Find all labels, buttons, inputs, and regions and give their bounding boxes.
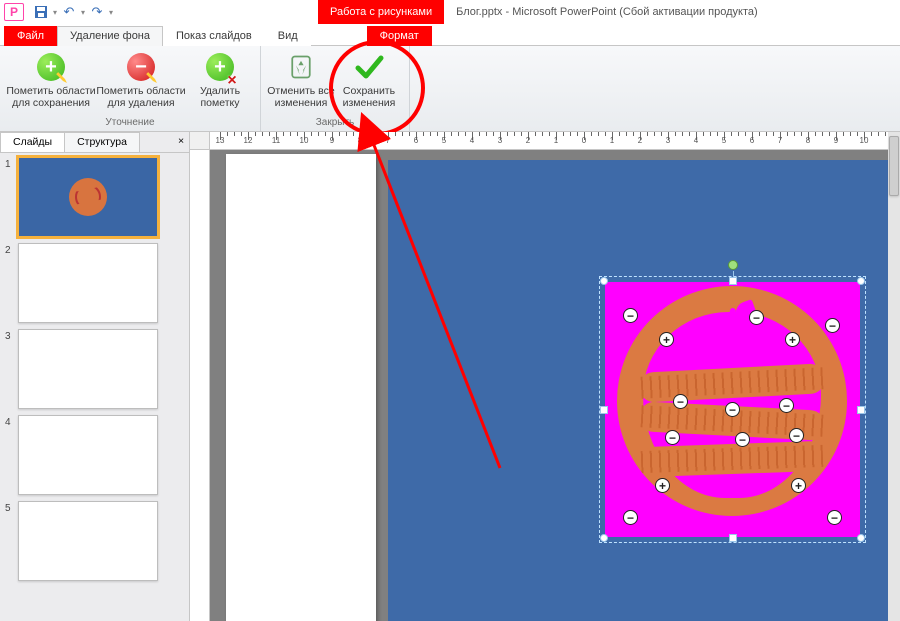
thumbnail-row[interactable]: 3	[2, 329, 187, 409]
thumbnail-slide-1[interactable]	[18, 157, 158, 237]
resize-handle[interactable]	[857, 534, 865, 542]
qat-save-button[interactable]	[32, 3, 50, 21]
thumbnail-list[interactable]: 1 2 3 4 5	[0, 153, 189, 621]
ruler-corner	[190, 132, 210, 150]
contextual-tab-label: Работа с рисунками	[318, 0, 444, 24]
thumbnail-row[interactable]: 4	[2, 415, 187, 495]
canvas-margin	[226, 154, 376, 621]
ribbon-tabs: Файл Удаление фона Показ слайдов Вид Фор…	[0, 24, 900, 46]
tab-format[interactable]: Формат	[367, 26, 432, 46]
plus-icon: +	[37, 53, 65, 81]
tab-slideshow[interactable]: Показ слайдов	[163, 26, 265, 46]
tab-view[interactable]: Вид	[265, 26, 311, 46]
remove-mark[interactable]	[665, 430, 680, 445]
image-selection[interactable]	[605, 282, 860, 537]
keep-mark[interactable]	[791, 478, 806, 493]
ribbon-group-close: Отменить все изменения Сохранить изменен…	[261, 46, 410, 131]
pane-close-button[interactable]: ×	[166, 132, 190, 152]
rotate-handle[interactable]	[728, 260, 738, 270]
vertical-scrollbar[interactable]	[888, 132, 900, 621]
slides-pane: Слайды Структура × 1 2 3 4 5	[0, 132, 190, 621]
recycle-icon	[285, 51, 317, 83]
thumbnail-row[interactable]: 1	[2, 157, 187, 237]
thumbnail-slide-4[interactable]	[18, 415, 158, 495]
plus-with-x-icon: +×	[206, 53, 234, 81]
remove-mark[interactable]	[779, 398, 794, 413]
group-label-refine: Уточнение	[105, 116, 154, 130]
qat-separator: ▾	[52, 3, 58, 21]
window-title: Блог.pptx - Microsoft PowerPoint (Сбой а…	[456, 6, 758, 18]
remove-mark[interactable]	[827, 510, 842, 525]
thumbnail-slide-2[interactable]	[18, 243, 158, 323]
vertical-ruler[interactable]	[190, 150, 210, 621]
remove-mark[interactable]	[789, 428, 804, 443]
keep-changes-button[interactable]: Сохранить изменения	[335, 48, 403, 116]
remove-mark[interactable]	[725, 402, 740, 417]
resize-handle[interactable]	[600, 534, 608, 542]
quick-access-toolbar: ▾ ↶ ▾ ↷ ▾	[28, 3, 118, 21]
horizontal-ruler[interactable]: 13121110987654321012345678910	[210, 132, 900, 150]
resize-handle[interactable]	[857, 277, 865, 285]
ribbon-group-refine: + Пометить области для сохранения − Поме…	[0, 46, 261, 131]
scrollbar-thumb[interactable]	[889, 136, 899, 196]
remove-mark[interactable]	[825, 318, 840, 333]
slide-canvas[interactable]	[210, 150, 900, 621]
keep-mark[interactable]	[655, 478, 670, 493]
remove-mark[interactable]	[673, 394, 688, 409]
thumbnail-number: 2	[2, 243, 18, 256]
pane-tabs: Слайды Структура ×	[0, 132, 189, 153]
thumbnail-number: 3	[2, 329, 18, 342]
resize-handle[interactable]	[729, 534, 737, 542]
app-name: Microsoft PowerPoint	[512, 6, 616, 18]
minus-icon: −	[127, 53, 155, 81]
pane-tab-outline[interactable]: Структура	[64, 132, 140, 152]
qat-undo-button[interactable]: ↶	[60, 3, 78, 21]
resize-handle[interactable]	[729, 277, 737, 285]
tab-background-removal[interactable]: Удаление фона	[57, 26, 163, 46]
group-label-close: Закрыть	[316, 116, 355, 130]
title-bar: P ▾ ↶ ▾ ↷ ▾ Работа с рисунками Блог.pptx…	[0, 0, 900, 24]
remove-mark[interactable]	[623, 510, 638, 525]
checkmark-icon	[353, 51, 385, 83]
thumbnail-slide-3[interactable]	[18, 329, 158, 409]
qat-customize[interactable]: ▾	[108, 3, 114, 21]
resize-handle[interactable]	[600, 406, 608, 414]
editor-area: 13121110987654321012345678910	[190, 132, 900, 621]
mark-areas-keep-button[interactable]: + Пометить области для сохранения	[6, 48, 96, 116]
pane-tab-slides[interactable]: Слайды	[0, 132, 65, 152]
workspace: Слайды Структура × 1 2 3 4 5	[0, 132, 900, 621]
resize-handle[interactable]	[600, 277, 608, 285]
app-icon: P	[4, 3, 24, 21]
mark-areas-remove-button[interactable]: − Пометить области для удаления	[96, 48, 186, 116]
thumbnail-row[interactable]: 5	[2, 501, 187, 581]
save-icon	[34, 5, 48, 19]
resize-handle[interactable]	[857, 406, 865, 414]
foreground-region	[617, 286, 847, 516]
keep-mark[interactable]	[785, 332, 800, 347]
remove-mark[interactable]	[749, 310, 764, 325]
thumbnail-number: 1	[2, 157, 18, 170]
doc-name: Блог.pptx	[456, 6, 502, 18]
remove-mark[interactable]	[623, 308, 638, 323]
tab-file[interactable]: Файл	[4, 26, 57, 46]
remove-mark[interactable]	[735, 432, 750, 447]
thumbnail-row[interactable]: 2	[2, 243, 187, 323]
thumbnail-slide-5[interactable]	[18, 501, 158, 581]
slide-background[interactable]	[388, 160, 900, 621]
delete-mark-button[interactable]: +× Удалить пометку	[186, 48, 254, 116]
qat-undo-more[interactable]: ▾	[80, 3, 86, 21]
discard-changes-button[interactable]: Отменить все изменения	[267, 48, 335, 116]
thumbnail-number: 5	[2, 501, 18, 514]
activation-status: (Сбой активации продукта)	[619, 6, 757, 18]
qat-redo-button[interactable]: ↷	[88, 3, 106, 21]
thumbnail-number: 4	[2, 415, 18, 428]
keep-mark[interactable]	[659, 332, 674, 347]
ribbon: + Пометить области для сохранения − Поме…	[0, 46, 900, 132]
